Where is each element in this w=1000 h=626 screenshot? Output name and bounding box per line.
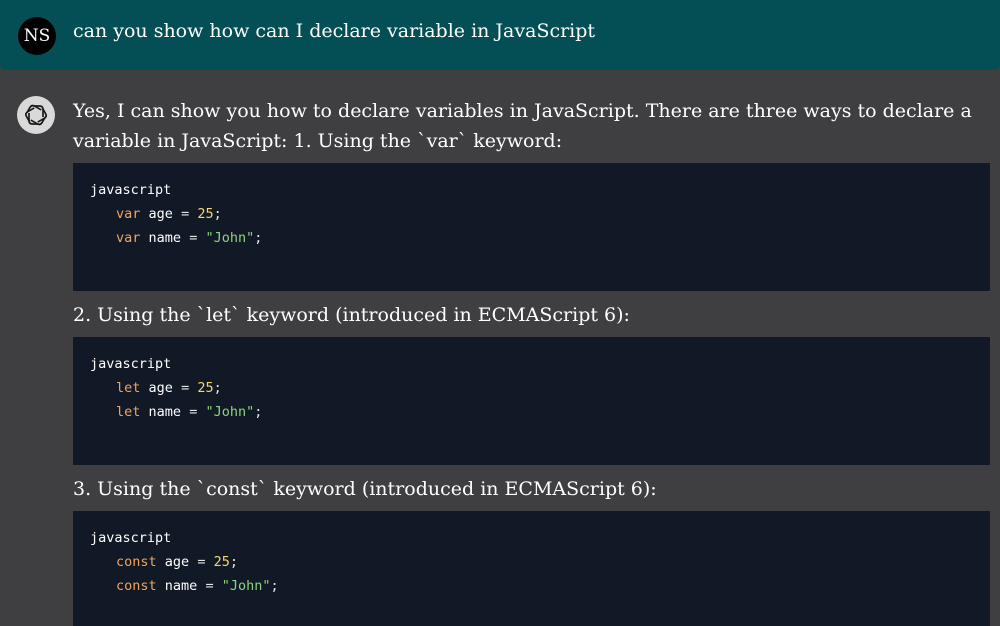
code-keyword: const xyxy=(116,554,157,570)
code-keyword: let xyxy=(116,404,141,420)
code-language-label: javascript xyxy=(90,356,172,372)
code-number: 25 xyxy=(197,380,214,396)
openai-logo-svg xyxy=(24,104,48,126)
code-language-label: javascript xyxy=(90,530,172,546)
code-string: "John" xyxy=(205,404,255,420)
user-message-text[interactable]: can you show how can I declare variable … xyxy=(73,18,595,44)
assistant-message-row: Yes, I can show you how to declare varia… xyxy=(0,70,1000,626)
code-punctuation: ; xyxy=(270,578,279,594)
code-line: var name = "John"; xyxy=(90,226,990,250)
code-identifier: age xyxy=(148,206,173,222)
step-heading-const: 3. Using the `const` keyword (introduced… xyxy=(73,478,657,500)
code-string: "John" xyxy=(205,230,255,246)
code-operator: = xyxy=(189,404,198,420)
chat-window: NS can you show how can I declare variab… xyxy=(0,0,1000,626)
code-identifier: age xyxy=(164,554,190,570)
code-punctuation: ; xyxy=(254,404,263,420)
code-identifier: name xyxy=(148,230,182,246)
code-keyword: const xyxy=(116,578,157,594)
code-language-label: javascript xyxy=(90,182,172,198)
code-line: const age = 25; xyxy=(90,550,990,574)
code-number: 25 xyxy=(197,206,214,222)
user-avatar: NS xyxy=(18,17,56,55)
code-operator: = xyxy=(197,554,206,570)
code-string: "John" xyxy=(221,578,271,594)
code-punctuation: ; xyxy=(213,380,222,396)
code-line: let name = "John"; xyxy=(90,400,990,424)
code-line: let age = 25; xyxy=(90,376,990,400)
user-message-row: NS can you show how can I declare variab… xyxy=(0,0,1000,70)
code-punctuation: ; xyxy=(254,230,263,246)
code-punctuation: ; xyxy=(213,206,222,222)
code-keyword: var xyxy=(116,206,141,222)
code-line: const name = "John"; xyxy=(90,574,990,598)
code-identifier: name xyxy=(164,578,198,594)
code-block[interactable]: javascript let age = 25; let name = "Joh… xyxy=(73,337,990,465)
code-identifier: age xyxy=(148,380,173,396)
code-operator: = xyxy=(205,578,214,594)
code-block[interactable]: javascript const age = 25; const name = … xyxy=(73,511,990,626)
code-number: 25 xyxy=(213,554,230,570)
code-identifier: name xyxy=(148,404,182,420)
user-avatar-initials: NS xyxy=(23,26,51,46)
code-block[interactable]: javascript var age = 25; var name = "Joh… xyxy=(73,163,990,291)
code-operator: = xyxy=(181,380,190,396)
assistant-intro-text: Yes, I can show you how to declare varia… xyxy=(73,100,972,152)
code-keyword: var xyxy=(116,230,141,246)
code-punctuation: ; xyxy=(229,554,238,570)
openai-logo-icon xyxy=(17,96,55,134)
code-operator: = xyxy=(189,230,198,246)
code-line: var age = 25; xyxy=(90,202,990,226)
step-heading-let: 2. Using the `let` keyword (introduced i… xyxy=(73,304,630,326)
code-keyword: let xyxy=(116,380,141,396)
code-operator: = xyxy=(181,206,190,222)
